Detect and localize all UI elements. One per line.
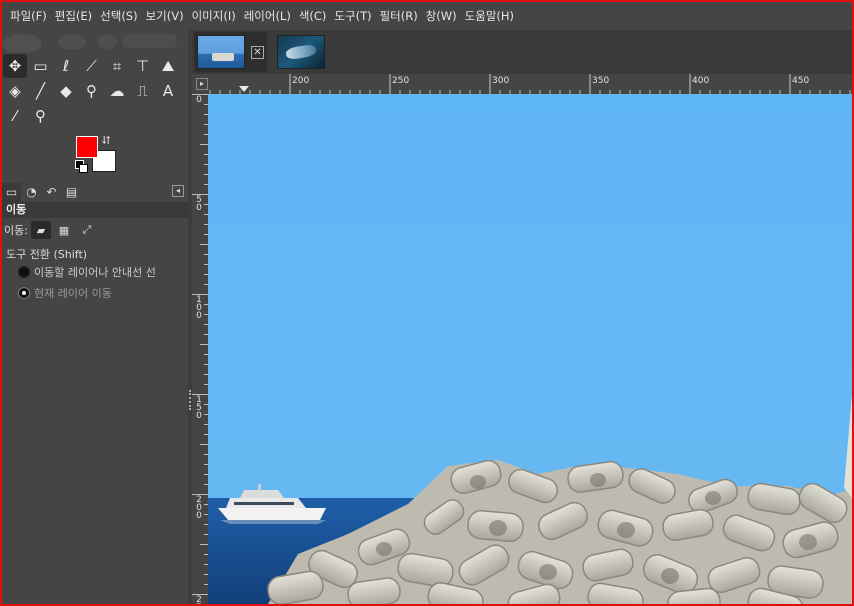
- menu-item-0[interactable]: 파일(F): [6, 2, 51, 30]
- v-ruler-label: 2 5 0: [196, 595, 202, 605]
- menu-item-10[interactable]: 도움말(H): [461, 2, 518, 30]
- color-picker-tool-icon[interactable]: ⁄: [3, 104, 27, 128]
- menubar: 파일(F) 편집(E) 선택(S) 보기(V) 이미지(I) 레이어(L) 색(C) 도구(T…: [2, 2, 852, 30]
- image-tab-2[interactable]: [274, 32, 328, 72]
- clone-tool-icon[interactable]: ⚲: [80, 79, 104, 103]
- image-thumbnail-1: [197, 35, 245, 69]
- tool-options-title: 이동: [2, 202, 188, 218]
- warp-tool-icon[interactable]: ⛰: [156, 54, 180, 78]
- h-ruler-label: 300: [492, 76, 510, 86]
- menu-item-9[interactable]: 창(W): [422, 2, 461, 30]
- image-canvas[interactable]: [208, 94, 852, 604]
- menu-item-8[interactable]: 필터(R): [376, 2, 422, 30]
- v-ruler-label: 2 0 0: [196, 495, 202, 521]
- images-tab-icon[interactable]: ▤: [62, 183, 81, 202]
- close-icon[interactable]: ✕: [251, 45, 264, 59]
- crop-tool-icon[interactable]: ⌗: [105, 54, 129, 78]
- menu-item-6[interactable]: 색(C): [295, 2, 331, 30]
- horizontal-ruler[interactable]: 200 250 300 350 400 450: [208, 74, 852, 94]
- foreground-color-swatch[interactable]: [76, 136, 98, 158]
- zoom-tool-icon[interactable]: ⚲: [29, 104, 53, 128]
- tool-toggle-label: 도구 전환 (Shift): [6, 248, 88, 261]
- fuzzy-select-tool-icon[interactable]: ⟋: [80, 54, 104, 78]
- v-ruler-label: 1 0 0: [196, 295, 202, 321]
- align-tool-icon[interactable]: ⊤: [131, 54, 155, 78]
- h-ruler-label: 350: [592, 76, 610, 86]
- device-status-tab-icon[interactable]: ◔: [22, 183, 41, 202]
- radio-move-active-layer-label: 현재 레이어 이동: [34, 287, 112, 300]
- v-ruler-label: 5 0: [196, 195, 202, 213]
- radio-move-active-layer[interactable]: 현재 레이어 이동: [18, 285, 112, 301]
- dock-menu-icon[interactable]: ◂: [172, 185, 184, 197]
- h-ruler-label: 200: [292, 76, 310, 86]
- smudge-tool-icon[interactable]: ☁: [105, 79, 129, 103]
- move-layer-mode-icon[interactable]: ▰: [30, 221, 51, 239]
- image-tab-1[interactable]: ✕: [194, 32, 267, 72]
- move-path-mode-icon[interactable]: ⤢: [77, 221, 97, 239]
- quick-mask-toggle-icon[interactable]: ▸: [196, 78, 208, 90]
- h-ruler-label: 250: [392, 76, 410, 86]
- radio-pick-layer-label: 이동할 레이어나 안내선 선: [34, 266, 156, 279]
- paths-tool-icon[interactable]: ⎍: [131, 79, 155, 103]
- v-ruler-label: 0: [196, 95, 202, 105]
- text-tool-icon[interactable]: A: [156, 79, 180, 103]
- h-ruler-label: 400: [692, 76, 710, 86]
- dock-tabs: ▭ ◔ ↶ ▤ ◂: [2, 182, 188, 202]
- radio-pick-layer-indicator[interactable]: [18, 266, 30, 278]
- toolbox-wilber-area: [2, 30, 188, 54]
- swap-colors-icon[interactable]: ⮃: [102, 134, 111, 148]
- move-selection-mode-icon[interactable]: ▦: [54, 221, 74, 239]
- undo-history-tab-icon[interactable]: ↶: [42, 183, 61, 202]
- rect-select-tool-icon[interactable]: ▭: [29, 54, 53, 78]
- tool-options-tab-icon[interactable]: ▭: [2, 182, 21, 202]
- v-ruler-label: 1 5 0: [196, 395, 202, 421]
- canvas-image: [208, 94, 852, 604]
- move-tool-icon[interactable]: ✥: [3, 54, 27, 78]
- h-ruler-label: 450: [792, 76, 810, 86]
- move-mode-label: 이동:: [4, 224, 28, 237]
- default-colors-icon[interactable]: [75, 160, 88, 173]
- lasso-tool-icon[interactable]: ℓ: [54, 54, 78, 78]
- left-dock: ✥ ▭ ℓ ⟋ ⌗ ⊤ ⛰ ◈ ╱ ◆ ⚲ ☁ ⎍ A ⁄ ⚲ ⮃ ▭ ◔ ↶ ▤ ◂ 이동 이동: ▰ ▦ …: [2, 30, 188, 604]
- vertical-ruler[interactable]: 0 5 0 1 0 0 1 5 0 2 0 0 2 5 0: [192, 94, 208, 604]
- move-mode-row: 이동: ▰ ▦ ⤢: [2, 220, 188, 240]
- menu-item-7[interactable]: 도구(T): [330, 2, 375, 30]
- paintbrush-tool-icon[interactable]: ╱: [29, 79, 53, 103]
- menu-item-4[interactable]: 이미지(I): [188, 2, 240, 30]
- menu-item-2[interactable]: 선택(S): [96, 2, 141, 30]
- wilber-decoration: [2, 30, 188, 54]
- radio-pick-layer[interactable]: 이동할 레이어나 안내선 선: [18, 264, 156, 280]
- eraser-tool-icon[interactable]: ◆: [54, 79, 78, 103]
- dock-sash-grip[interactable]: [189, 390, 191, 410]
- image-tabs-bar: ✕: [192, 30, 852, 74]
- radio-move-active-layer-indicator[interactable]: [18, 287, 30, 299]
- bucket-fill-tool-icon[interactable]: ◈: [3, 79, 27, 103]
- menu-item-3[interactable]: 보기(V): [142, 2, 188, 30]
- image-thumbnail-2: [277, 35, 325, 69]
- menu-item-5[interactable]: 레이어(L): [240, 2, 295, 30]
- menu-item-1[interactable]: 편집(E): [51, 2, 96, 30]
